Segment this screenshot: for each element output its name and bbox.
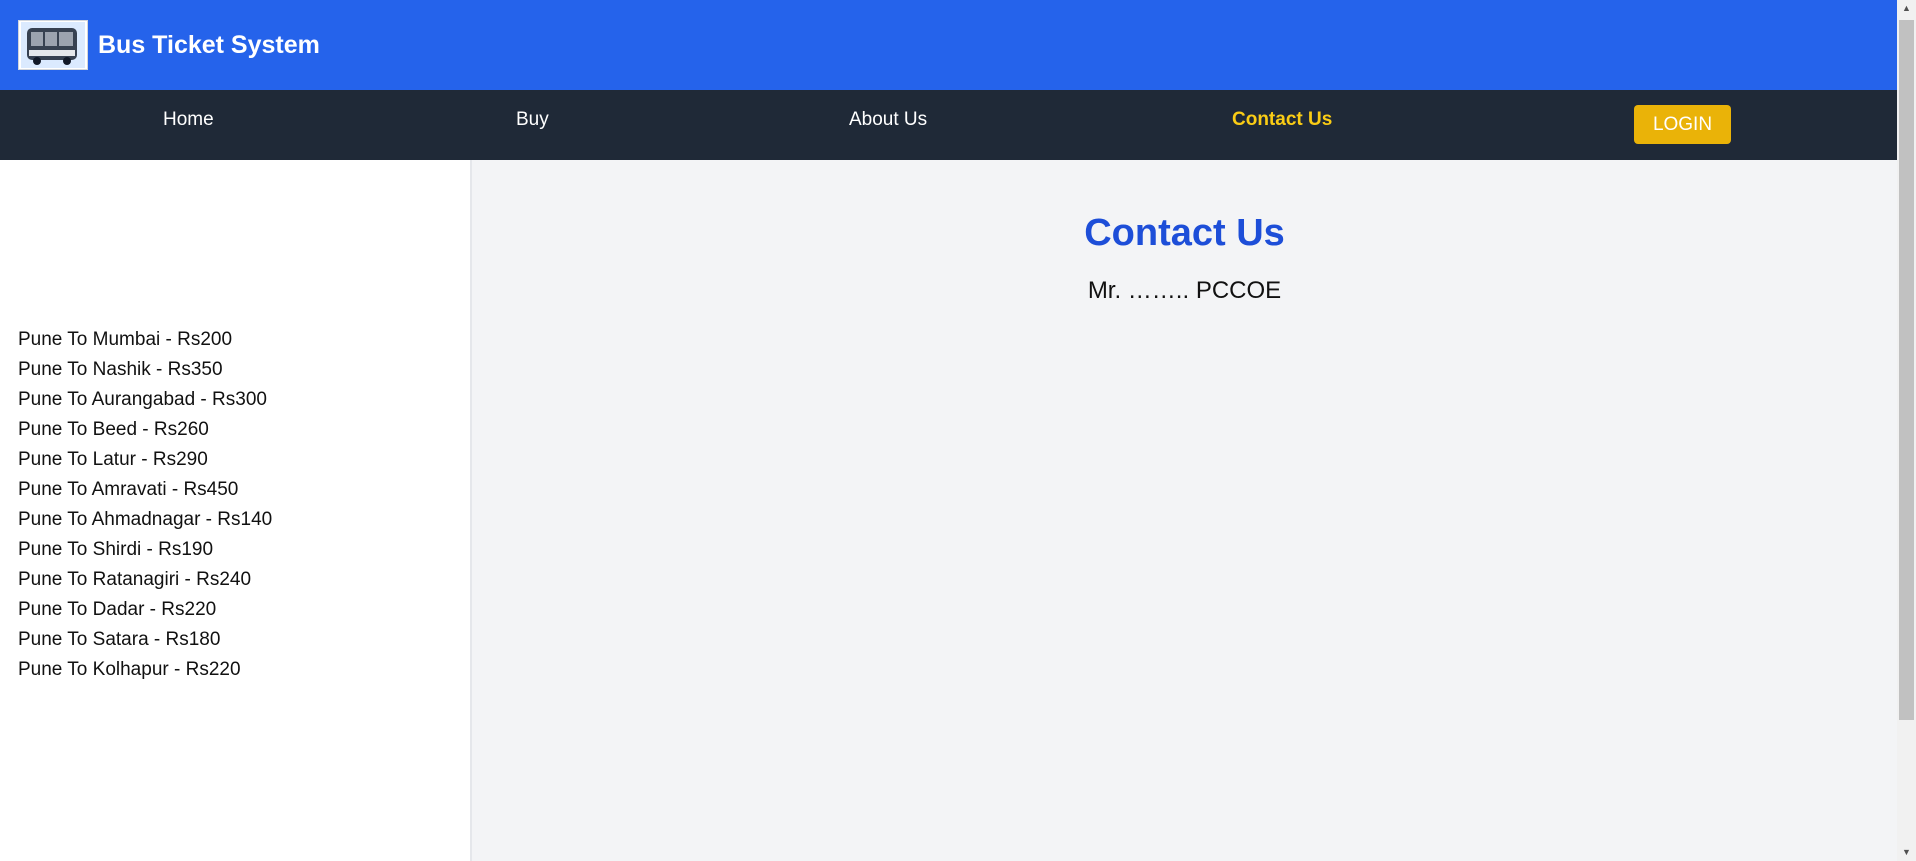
route-item: Pune To Shirdi - Rs190 — [18, 539, 214, 560]
route-item: Pune To Mumbai - Rs200 — [18, 329, 233, 350]
main-content: Contact Us Mr. …….. PCCOE — [472, 160, 1897, 861]
nav-home[interactable]: Home — [163, 90, 214, 150]
route-item: Pune To Kolhapur - Rs220 — [18, 659, 241, 680]
scrollbar-thumb[interactable] — [1899, 20, 1914, 720]
nav-contact-us[interactable]: Contact Us — [1232, 90, 1332, 150]
route-item: Pune To Aurangabad - Rs300 — [18, 389, 267, 410]
nav-about-us[interactable]: About Us — [849, 90, 927, 150]
route-item: Pune To Ratanagiri - Rs240 — [18, 569, 252, 590]
route-item: Pune To Amravati - Rs450 — [18, 479, 239, 500]
routes-sidebar: Pune To Mumbai - Rs200 Pune To Nashik - … — [0, 160, 472, 861]
scroll-up-icon[interactable]: ▲ — [1897, 0, 1916, 17]
route-item: Pune To Dadar - Rs220 — [18, 599, 217, 620]
bus-logo-icon[interactable] — [18, 20, 88, 70]
route-item: Pune To Beed - Rs260 — [18, 419, 209, 440]
main-navbar: Home Buy About Us Contact Us LOGIN — [0, 90, 1897, 160]
page-title: Contact Us — [1084, 212, 1285, 254]
login-button[interactable]: LOGIN — [1634, 105, 1731, 144]
route-item: Pune To Satara - Rs180 — [18, 629, 221, 650]
route-item: Pune To Latur - Rs290 — [18, 449, 208, 470]
vertical-scrollbar[interactable]: ▲ ▼ — [1897, 0, 1916, 861]
route-item: Pune To Nashik - Rs350 — [18, 359, 223, 380]
scroll-down-icon[interactable]: ▼ — [1897, 844, 1916, 861]
site-header: Bus Ticket System — [0, 0, 1897, 90]
site-title: Bus Ticket System — [98, 30, 320, 59]
page: Bus Ticket System Home Buy About Us Cont… — [0, 0, 1897, 861]
nav-buy[interactable]: Buy — [516, 90, 549, 150]
contact-text: Mr. …….. PCCOE — [1087, 277, 1282, 304]
content-area: Pune To Mumbai - Rs200 Pune To Nashik - … — [0, 160, 1897, 861]
route-item: Pune To Ahmadnagar - Rs140 — [18, 509, 273, 530]
